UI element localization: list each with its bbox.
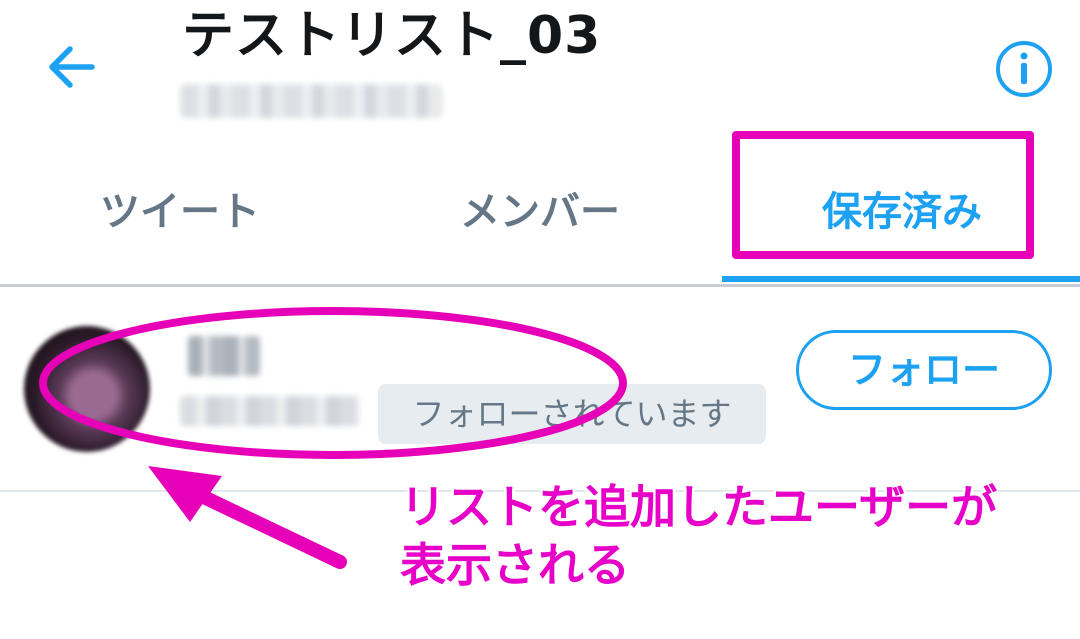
- list-owner-handle-blurred: [180, 84, 442, 118]
- annotation-line-2: 表示される: [400, 538, 630, 592]
- follow-button[interactable]: フォロー: [796, 330, 1052, 410]
- back-button[interactable]: [40, 40, 100, 94]
- info-circle-icon: [996, 41, 1052, 97]
- list-title: テストリスト_03: [182, 6, 602, 66]
- follows-you-badge: フォローされています: [378, 384, 766, 444]
- tab-members[interactable]: メンバー: [420, 172, 660, 252]
- user-name-blurred: [188, 336, 260, 376]
- annotation-line-1: リストを追加したユーザーが: [400, 480, 998, 534]
- tab-tweets[interactable]: ツイート: [60, 172, 300, 252]
- avatar[interactable]: [24, 326, 150, 452]
- user-handle-blurred: [180, 396, 360, 426]
- tabs-divider: [0, 284, 1080, 287]
- annotation-highlight-box: [732, 131, 1034, 259]
- info-button[interactable]: [994, 40, 1054, 98]
- active-tab-indicator: [722, 276, 1080, 282]
- annotation-arrow-icon: [148, 466, 347, 569]
- arrow-left-icon: [49, 46, 95, 88]
- annotation-caption: リストを追加したユーザーが 表示される: [400, 478, 997, 594]
